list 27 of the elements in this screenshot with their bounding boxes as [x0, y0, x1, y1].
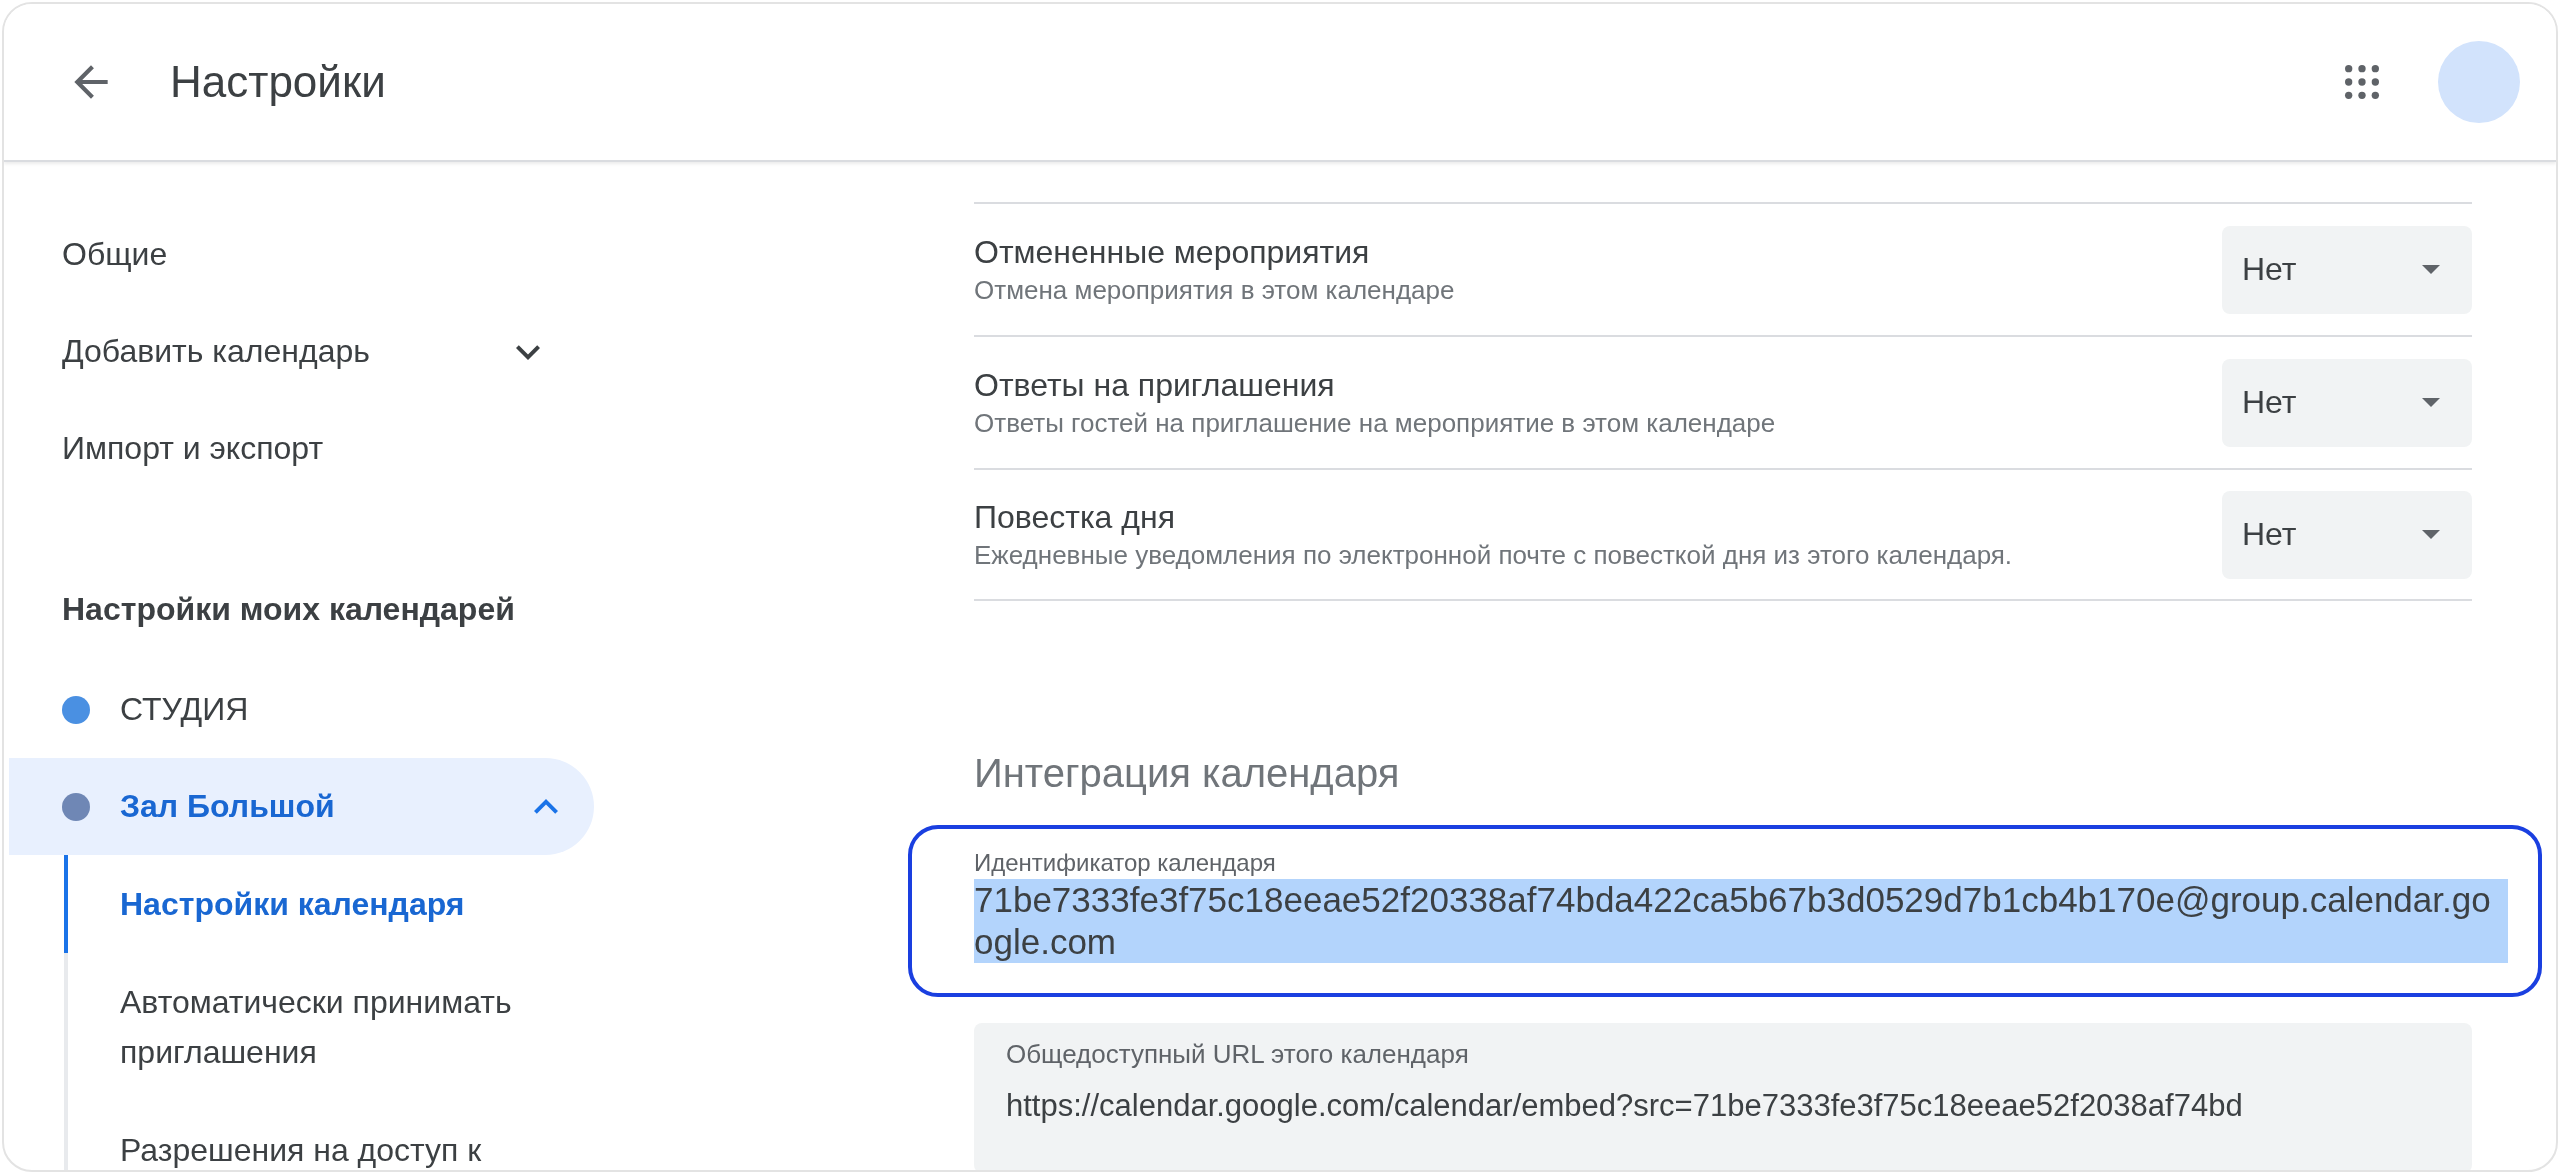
setting-title: Повестка дня — [974, 498, 1176, 536]
caret-icon — [2422, 265, 2440, 274]
page-title: Настройки — [170, 57, 386, 107]
sidebar-item[interactable]: Добавить календарь — [4, 303, 604, 400]
field-label: Идентификатор календаря — [974, 849, 1277, 877]
sidebar-item[interactable]: Импорт и экспорт — [4, 400, 604, 497]
setting-description: Отмена мероприятия в этом календаре — [974, 274, 1455, 306]
calendar-settings-link[interactable]: Автоматически принимать приглашения — [64, 953, 604, 1101]
apps-grid-icon[interactable] — [2342, 62, 2382, 102]
section-heading: Интеграция календаря — [974, 751, 1401, 797]
calendar-item[interactable]: СТУДИЯ — [9, 661, 594, 758]
notification-dropdown[interactable]: Нет — [2222, 490, 2472, 579]
public-url-field[interactable]: Общедоступный URL этого календаря https://calendar.google.com/calendar/embed?src=71be7333fe3f75c18eeae52f2038af74bd — [974, 1023, 2472, 1170]
setting-title: Отмененные мероприятия — [974, 233, 1371, 271]
section-title: Настройки моих календарей — [61, 589, 516, 629]
notification-dropdown[interactable]: Нет — [2222, 225, 2472, 314]
calendar-id-text: 71be7333fe3f75c18eeae52f20338af74bda422ca5b67b3d0529d7b1cb4b170e@group.calendar.google.com — [974, 879, 2508, 963]
calendar-item[interactable]: Зал Большой — [9, 758, 594, 855]
setting-description: Ежедневные уведомления по электронной почте с повесткой дня из этого календаря. — [974, 539, 2013, 571]
setting-description: Ответы гостей на приглашение на мероприятие в этом календаре — [974, 407, 1776, 439]
caret-icon — [2422, 530, 2440, 539]
sidebar-item[interactable]: Общие — [4, 206, 604, 303]
caret-icon — [2422, 398, 2440, 407]
setting-title: Ответы на приглашения — [974, 366, 1336, 404]
calendar-settings-link[interactable]: Разрешения на доступ к — [64, 1101, 604, 1170]
calendar-settings-link[interactable]: Настройки календаря — [64, 855, 604, 953]
notification-dropdown[interactable]: Нет — [2222, 358, 2472, 447]
